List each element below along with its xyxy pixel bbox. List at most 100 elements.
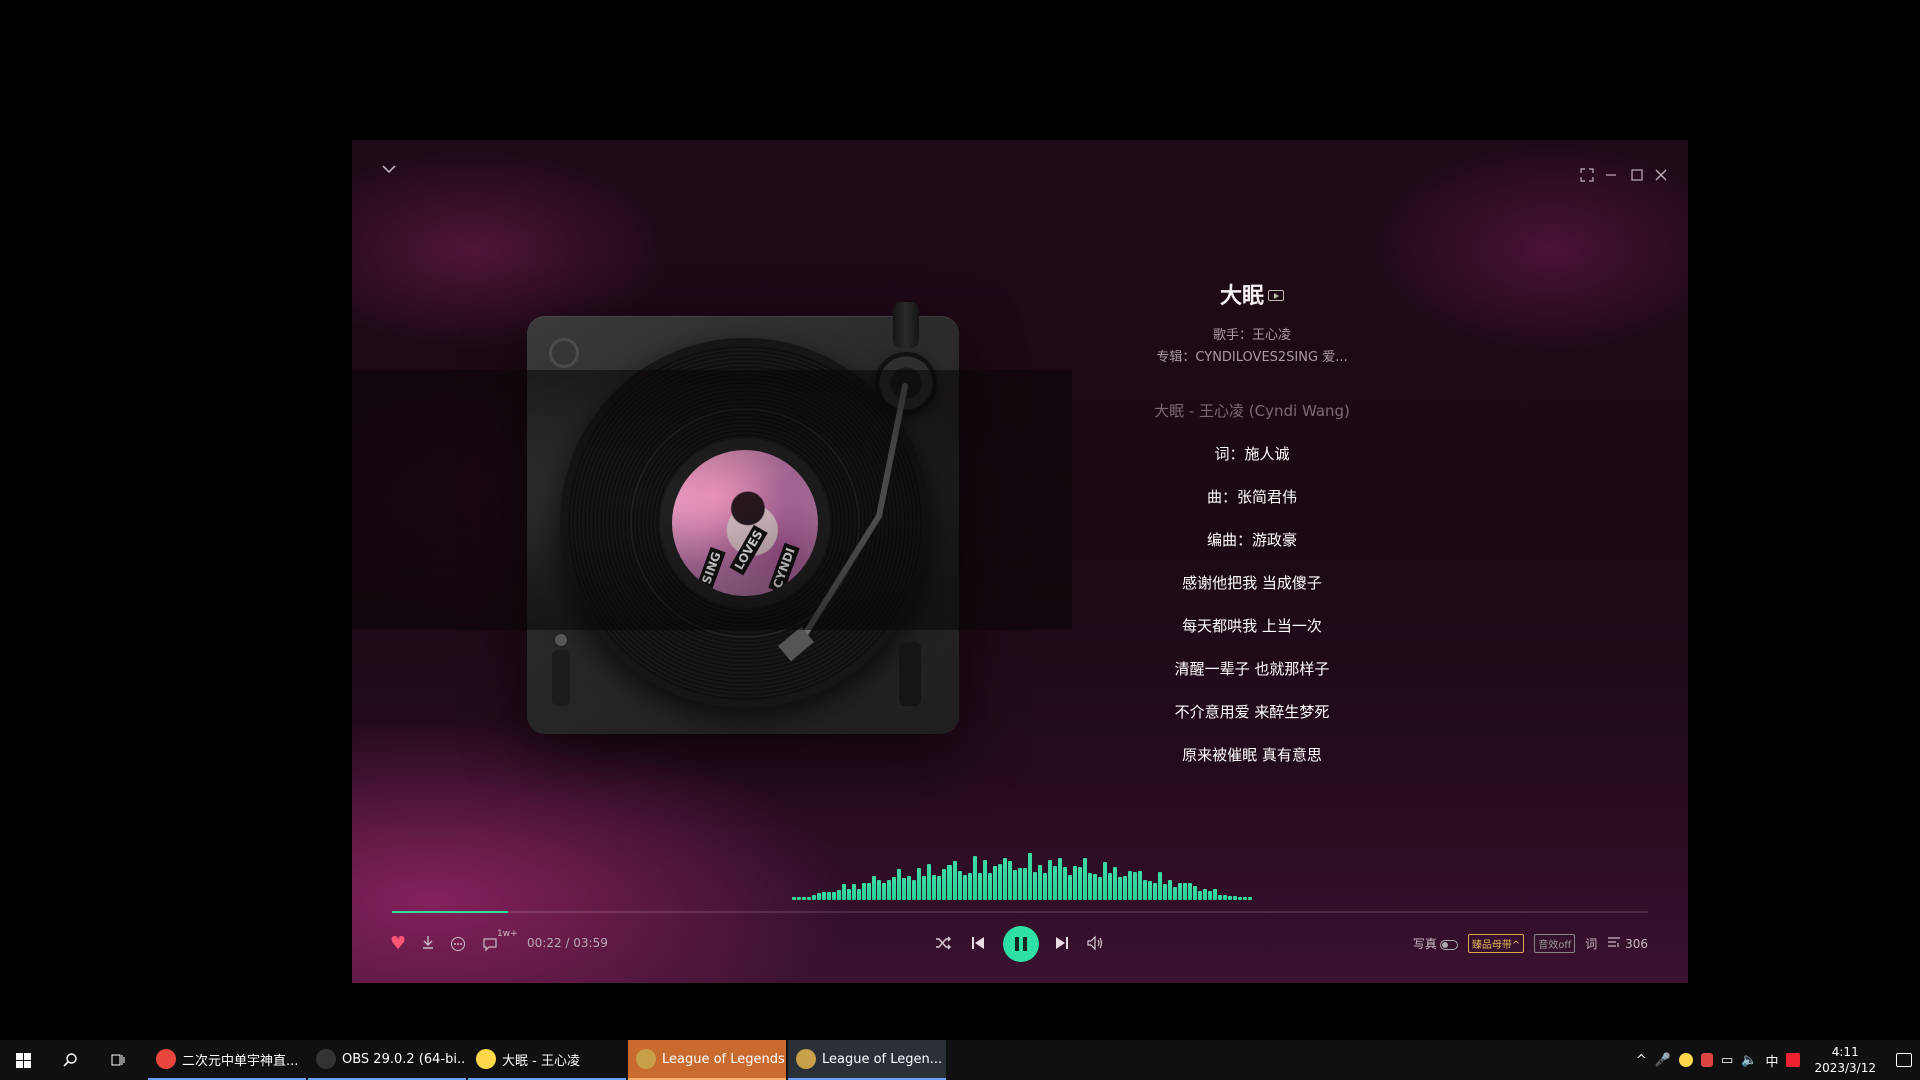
volume-icon[interactable] xyxy=(1086,934,1104,957)
speaker-icon[interactable]: 🔈 xyxy=(1741,1053,1757,1068)
progress-bar[interactable] xyxy=(392,911,1648,913)
download-icon[interactable] xyxy=(420,934,436,955)
visualizer-bar xyxy=(792,897,797,900)
show-hidden-icons-chevron-icon[interactable]: ^ xyxy=(1636,1053,1647,1068)
artist-link[interactable]: 歌手：王心凌 xyxy=(1112,324,1392,343)
pitch-slider[interactable] xyxy=(552,650,570,706)
lyric-line: 大眠 - 王心凌 (Cyndi Wang) xyxy=(1154,402,1350,420)
visualizer-bar xyxy=(1128,871,1133,900)
taskbar-task[interactable]: OBS 29.0.2 (64-bi... xyxy=(308,1040,466,1080)
sound-effect-badge[interactable]: 音效off xyxy=(1534,934,1576,953)
visualizer-bar xyxy=(867,883,872,900)
visualizer-bar xyxy=(942,869,947,900)
collapse-player-button[interactable] xyxy=(377,160,401,184)
visualizer-bar xyxy=(952,861,957,900)
visualizer-bar xyxy=(922,875,927,900)
visualizer-bar xyxy=(917,867,922,900)
right-controls: 写真 臻品母带^ 音效off 词 306 xyxy=(1413,934,1648,953)
lyrics-toggle-button[interactable]: 词 xyxy=(1585,935,1597,952)
lyric-line: 编曲：游政豪 xyxy=(1206,531,1297,549)
visualizer-bar xyxy=(852,884,857,900)
close-button[interactable] xyxy=(1649,165,1673,189)
taskbar-task-label: League of Legen... xyxy=(822,1051,943,1067)
search-icon xyxy=(63,1053,77,1067)
visualizer-bar xyxy=(892,877,897,900)
notification-center-icon[interactable] xyxy=(1896,1053,1912,1067)
taskbar-task[interactable]: League of Legends xyxy=(628,1040,786,1080)
lol-icon xyxy=(796,1049,816,1069)
visualizer-bar xyxy=(1223,894,1228,900)
visualizer-bar xyxy=(1203,889,1208,900)
tonearm xyxy=(778,383,908,662)
clock[interactable]: 4:11 2023/3/12 xyxy=(1814,1044,1876,1076)
taskbar-task-label: 二次元中单宇神直... xyxy=(182,1053,299,1069)
previous-track-icon[interactable] xyxy=(969,934,987,957)
visualizer-bar xyxy=(797,897,802,900)
music-player-window: LOVES SING CYNDI 大眠 歌手：王心凌 专辑：CYNDILOVES… xyxy=(352,140,1688,983)
desktop: LOVES SING CYNDI 大眠 歌手：王心凌 专辑：CYNDILOVES… xyxy=(0,0,1920,1080)
power-switch[interactable] xyxy=(899,642,921,706)
maximize-button[interactable] xyxy=(1625,165,1649,189)
photo-mode-toggle[interactable]: 写真 xyxy=(1413,935,1458,952)
network-icon[interactable]: ▭ xyxy=(1721,1053,1733,1068)
ime-indicator[interactable]: 中 xyxy=(1765,1051,1778,1070)
visualizer-bar xyxy=(927,864,932,900)
start-button[interactable] xyxy=(0,1040,46,1080)
music-app-icon xyxy=(476,1049,496,1069)
visualizer-bar xyxy=(842,884,847,900)
sound-quality-badge[interactable]: 臻品母带^ xyxy=(1467,934,1525,953)
lyric-line: 词：施人诚 xyxy=(1214,445,1290,463)
fullscreen-button[interactable] xyxy=(1575,165,1599,189)
visualizer-bar xyxy=(1138,870,1143,900)
sogou-ime-icon[interactable] xyxy=(1786,1053,1801,1067)
mv-icon[interactable] xyxy=(1268,290,1284,301)
toggle-icon xyxy=(1439,939,1458,950)
visualizer-bar xyxy=(1027,852,1032,900)
lol-icon xyxy=(636,1049,656,1069)
playlist-button[interactable]: 306 xyxy=(1607,936,1648,951)
visualizer-bar xyxy=(877,880,882,900)
visualizer-bar xyxy=(937,875,942,900)
taskbar-task[interactable]: League of Legen... xyxy=(788,1040,946,1080)
minimize-icon xyxy=(1606,174,1616,176)
visualizer-bar xyxy=(807,896,812,900)
visualizer-bar xyxy=(1067,874,1072,900)
comment-icon[interactable] xyxy=(482,936,498,958)
taskbar: 二次元中单宇神直... OBS 29.0.2 (64-bi... 大眠 - 王心凌 L… xyxy=(0,1040,1920,1080)
visualizer-bar xyxy=(1017,867,1022,900)
visualizer-bar xyxy=(1082,858,1087,900)
next-track-icon[interactable] xyxy=(1053,934,1071,957)
speed-knob[interactable] xyxy=(553,632,569,648)
shuffle-icon[interactable] xyxy=(934,934,952,957)
pause-button[interactable] xyxy=(1003,926,1039,962)
visualizer-bar xyxy=(1218,894,1223,900)
task-view-button[interactable] xyxy=(94,1040,142,1080)
taskbar-task[interactable]: 大眠 - 王心凌 xyxy=(468,1040,626,1080)
visualizer-bar xyxy=(1208,891,1213,900)
visualizer-bar xyxy=(847,889,852,900)
search-button[interactable] xyxy=(46,1040,94,1080)
visualizer-bar xyxy=(1193,886,1198,900)
app-tray-icon[interactable] xyxy=(1678,1053,1693,1067)
app-tray-icon[interactable] xyxy=(1700,1053,1713,1067)
visualizer-bar xyxy=(1022,867,1027,900)
microphone-icon[interactable]: 🎤 xyxy=(1655,1053,1671,1068)
audio-visualizer xyxy=(792,840,1253,900)
chrome-icon xyxy=(156,1049,176,1069)
visualizer-bar xyxy=(1228,896,1233,900)
close-icon xyxy=(1655,169,1667,181)
visualizer-bar xyxy=(1007,861,1012,900)
visualizer-bar xyxy=(817,892,822,900)
like-heart-icon[interactable]: ♥ xyxy=(390,934,406,954)
minimize-button[interactable] xyxy=(1599,165,1623,189)
visualizer-bar xyxy=(1213,888,1218,900)
album-link[interactable]: 专辑：CYNDILOVES2SING 爱... xyxy=(1112,346,1392,365)
visualizer-bar xyxy=(872,876,877,900)
time-display: 00:22 / 03:59 xyxy=(527,936,608,950)
taskbar-task[interactable]: 二次元中单宇神直... xyxy=(148,1040,306,1080)
visualizer-bar xyxy=(1032,872,1037,900)
song-title: 大眠 xyxy=(1219,284,1264,309)
more-icon[interactable] xyxy=(450,936,466,958)
visualizer-bar xyxy=(957,871,962,900)
comment-count: 1w+ xyxy=(497,929,518,939)
